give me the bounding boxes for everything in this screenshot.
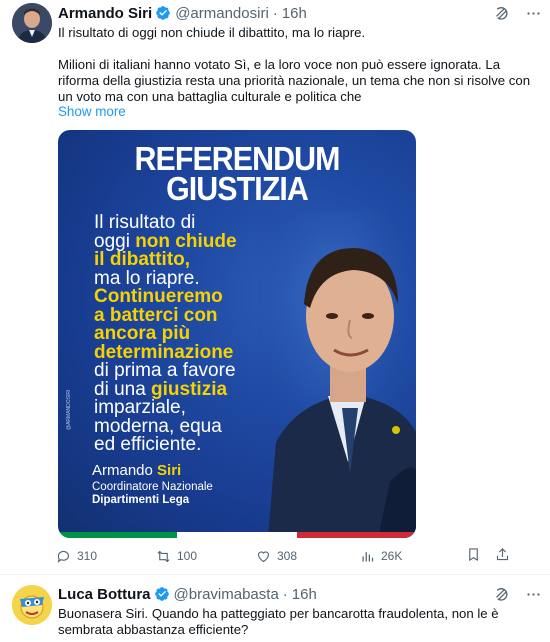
share-icon[interactable] [495, 547, 510, 565]
retweet-button[interactable]: 100 [156, 549, 256, 564]
avatar[interactable] [12, 3, 52, 43]
separator-dot: · [282, 585, 288, 603]
tweet-actions: 310 100 308 26K [56, 546, 510, 566]
tweet-text-paragraph: Milioni di italiani hanno votato Sì, e l… [58, 57, 531, 104]
grok-icon[interactable] [492, 585, 510, 603]
image-title: REFERENDUM GIUSTIZIA [134, 140, 340, 207]
heart-icon [257, 550, 270, 562]
reply-text: Buonasera Siri. Quando ha patteggiato pe… [58, 606, 499, 637]
views-icon [362, 551, 374, 561]
flag-white [177, 532, 297, 538]
image-body-white-text: ed efficiente. [94, 434, 202, 455]
show-more-link[interactable]: Show more [58, 104, 126, 119]
retweet-icon [157, 550, 170, 562]
author-handle[interactable]: @armandosiri [175, 5, 269, 22]
image-body-line: ed efficiente. [94, 434, 294, 455]
image-body-text: Il risultato di oggi non chiude il dibatti… [94, 213, 294, 455]
reply-button[interactable]: 310 [56, 549, 144, 564]
verified-badge-icon [154, 586, 170, 602]
reply-timestamp[interactable]: 16h [292, 586, 317, 603]
tweet-image[interactable]: REFERENDUM GIUSTIZIA Il risultato di ogg… [58, 130, 416, 538]
flag-red [296, 532, 416, 538]
reply-tweet[interactable]: Luca Bottura @bravimabasta · 16h Buonase… [0, 574, 550, 642]
flag-green [58, 532, 178, 538]
reply-count: 310 [77, 549, 98, 563]
like-button[interactable]: 308 [256, 549, 352, 564]
retweet-count: 100 [177, 549, 198, 563]
reply-author-handle[interactable]: @bravimabasta [174, 586, 279, 603]
avatar-portrait [12, 3, 52, 43]
author-name[interactable]: Armando Siri [58, 5, 152, 22]
reply-avatar-cartoon [12, 585, 52, 625]
verified-badge-icon [155, 5, 171, 21]
tweet-text-line1: Il risultato di oggi non chiude il dibat… [58, 25, 366, 40]
views-count: 26K [381, 549, 403, 563]
tweet[interactable]: Armando Siri @armandosiri · 16h Il risul… [0, 0, 550, 574]
image-side-credit: @ARMANDOSIRI [66, 389, 72, 430]
timestamp[interactable]: 16h [282, 5, 307, 22]
image-signature: Armando Siri [92, 462, 182, 479]
like-count: 308 [277, 549, 298, 563]
more-icon[interactable] [524, 4, 542, 22]
more-icon[interactable] [524, 585, 542, 603]
image-role: Coordinatore Nazionale Dipartimenti Lega [92, 481, 213, 506]
reply-avatar[interactable] [12, 585, 52, 625]
separator-dot: · [272, 4, 278, 22]
grok-icon[interactable] [492, 4, 510, 22]
reply-author-name[interactable]: Luca Bottura [58, 586, 151, 603]
italian-flag-strip [58, 532, 416, 538]
bookmark-icon[interactable] [466, 547, 481, 565]
reply-icon [57, 550, 70, 563]
views-button[interactable]: 26K [360, 549, 440, 564]
